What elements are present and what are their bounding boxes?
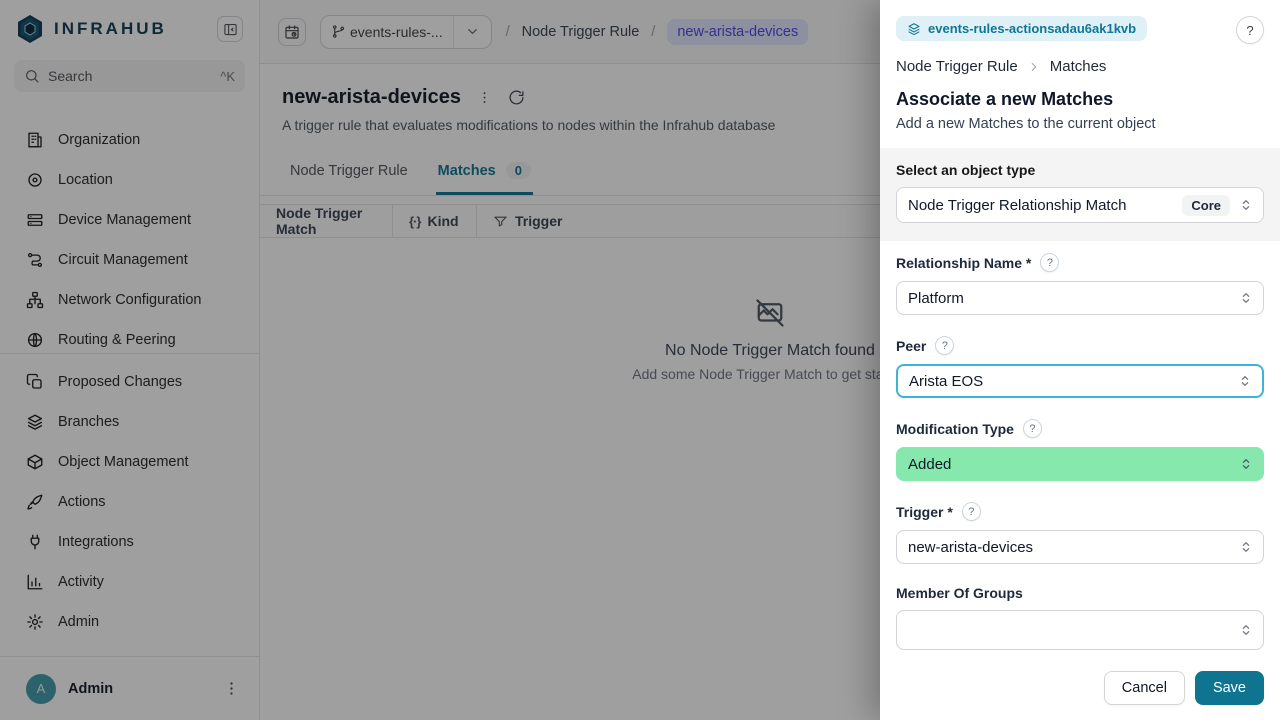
chevron-updown-icon <box>1238 539 1254 555</box>
core-badge: Core <box>1182 195 1230 216</box>
field-label: Trigger * <box>896 504 953 520</box>
layers-icon <box>907 22 921 36</box>
select-value: Platform <box>908 290 1230 307</box>
peer-select[interactable]: Arista EOS <box>896 364 1264 398</box>
chevron-updown-icon <box>1238 622 1254 638</box>
trigger-select[interactable]: new-arista-devices <box>896 530 1264 564</box>
select-value: Arista EOS <box>909 373 1229 390</box>
field-modification-type: Modification Type ? Added <box>896 419 1264 481</box>
help-icon[interactable]: ? <box>1040 253 1059 272</box>
save-button[interactable]: Save <box>1195 671 1264 705</box>
chevron-updown-icon <box>1238 290 1254 306</box>
cancel-button[interactable]: Cancel <box>1104 671 1185 705</box>
chevron-right-icon <box>1027 60 1041 74</box>
object-type-section: Select an object type Node Trigger Relat… <box>880 148 1280 241</box>
associate-matches-drawer: events-rules-actionsadau6ak1kvb ? Node T… <box>880 0 1280 720</box>
chevron-updown-icon <box>1238 456 1254 472</box>
object-type-select[interactable]: Node Trigger Relationship Match Core <box>896 187 1264 223</box>
modification-type-select[interactable]: Added <box>896 447 1264 481</box>
drawer-subtitle: Add a new Matches to the current object <box>880 116 1280 132</box>
drawer-form: Relationship Name * ? Platform Peer ? Ar… <box>880 241 1280 671</box>
field-trigger: Trigger * ? new-arista-devices <box>896 502 1264 564</box>
chevron-updown-icon <box>1238 197 1254 213</box>
field-label: Relationship Name * <box>896 255 1031 271</box>
drawer-title: Associate a new Matches <box>880 89 1280 110</box>
select-value: new-arista-devices <box>908 539 1230 556</box>
chevron-updown-icon <box>1237 373 1253 389</box>
field-label: Member Of Groups <box>896 585 1023 601</box>
help-icon[interactable]: ? <box>1023 419 1042 438</box>
drawer-actions: Cancel Save <box>880 671 1280 720</box>
field-relationship-name: Relationship Name * ? Platform <box>896 253 1264 315</box>
object-type-value: Node Trigger Relationship Match <box>908 197 1174 214</box>
field-member-of-groups: Member Of Groups <box>896 585 1264 650</box>
object-type-label: Select an object type <box>896 162 1264 178</box>
object-badge: events-rules-actionsadau6ak1kvb <box>896 16 1147 41</box>
help-button[interactable]: ? <box>1236 16 1264 44</box>
field-label: Peer <box>896 338 926 354</box>
select-value: Added <box>908 456 1230 473</box>
object-badge-label: events-rules-actionsadau6ak1kvb <box>928 21 1136 36</box>
drawer-breadcrumb-node-trigger-rule[interactable]: Node Trigger Rule <box>896 58 1018 75</box>
help-icon[interactable]: ? <box>935 336 954 355</box>
relationship-name-select[interactable]: Platform <box>896 281 1264 315</box>
help-icon[interactable]: ? <box>962 502 981 521</box>
member-of-groups-select[interactable] <box>896 610 1264 650</box>
drawer-breadcrumb: Node Trigger Rule Matches <box>880 44 1280 75</box>
field-label: Modification Type <box>896 421 1014 437</box>
field-peer: Peer ? Arista EOS <box>896 336 1264 398</box>
drawer-breadcrumb-matches: Matches <box>1050 58 1107 75</box>
